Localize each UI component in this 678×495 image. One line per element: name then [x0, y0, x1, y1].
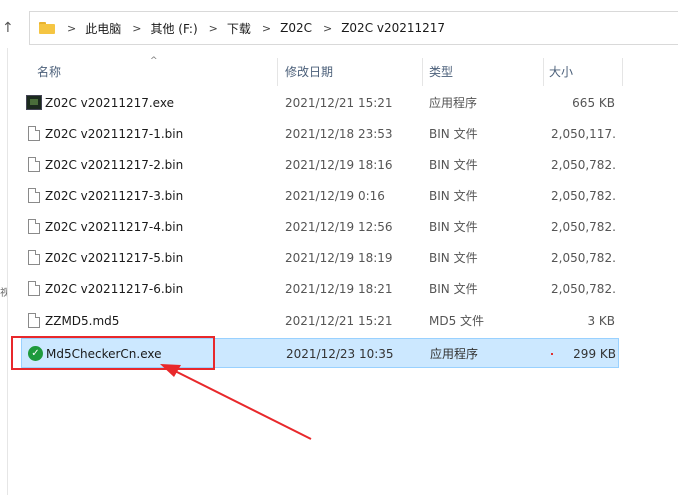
document-icon [28, 313, 40, 328]
file-size: 2,050,782... [551, 251, 615, 265]
file-date: 2021/12/19 0:16 [285, 189, 385, 203]
file-name: Z02C v20211217-6.bin [45, 282, 184, 296]
file-size: 299 KB [573, 347, 616, 361]
file-date: 2021/12/19 18:21 [285, 282, 393, 296]
navigation-pane-label: 视 [0, 288, 7, 299]
file-name: Z02C v20211217-2.bin [45, 158, 184, 172]
file-date: 2021/12/21 15:21 [285, 96, 393, 110]
file-date: 2021/12/21 15:21 [285, 314, 393, 328]
file-row[interactable]: Z02C v20211217-2.bin 2021/12/19 18:16 BI… [21, 150, 619, 180]
column-headers: ^ 名称 修改日期 类型 大小 [29, 56, 629, 86]
file-type: MD5 文件 [429, 314, 485, 328]
breadcrumb-this-pc[interactable]: 此电脑 [85, 20, 121, 37]
file-size: 2,050,117... [551, 127, 615, 141]
column-header-size[interactable]: 大小 [549, 58, 573, 86]
file-date: 2021/12/18 23:53 [285, 127, 393, 141]
file-type: BIN 文件 [429, 282, 478, 296]
file-type: BIN 文件 [429, 189, 478, 203]
breadcrumb-z02c[interactable]: Z02C [280, 21, 312, 35]
breadcrumb-downloads[interactable]: 下载 [227, 20, 251, 37]
file-row[interactable]: Z02C v20211217-3.bin 2021/12/19 0:16 BIN… [21, 181, 619, 211]
breadcrumb-current-folder[interactable]: Z02C v20211217 [341, 21, 445, 35]
file-name: ZZMD5.md5 [45, 314, 120, 328]
file-name: Z02C v20211217-1.bin [45, 127, 184, 141]
file-size: 2,050,782... [551, 282, 615, 296]
file-size: 2,050,782... [551, 189, 615, 203]
file-type: BIN 文件 [429, 158, 478, 172]
column-divider[interactable] [622, 58, 623, 86]
file-row[interactable]: Z02C v20211217.exe 2021/12/21 15:21 应用程序… [21, 88, 619, 118]
file-row[interactable]: Z02C v20211217-1.bin 2021/12/18 23:53 BI… [21, 119, 619, 149]
breadcrumb-separator[interactable]: > [132, 22, 141, 35]
document-icon [28, 281, 40, 296]
file-row[interactable]: ZZMD5.md5 2021/12/21 15:21 MD5 文件 3 KB [21, 306, 619, 336]
breadcrumb-drive[interactable]: 其他 (F:) [150, 20, 197, 37]
file-date: 2021/12/23 10:35 [286, 347, 394, 361]
up-arrow-icon[interactable]: ↑ [2, 20, 14, 36]
document-icon [28, 219, 40, 234]
file-date: 2021/12/19 18:16 [285, 158, 393, 172]
breadcrumb-separator[interactable]: > [262, 22, 271, 35]
document-icon [28, 126, 40, 141]
exe-icon [26, 95, 42, 110]
file-size: 2,050,782... [551, 220, 615, 234]
navigation-pane-edge: 视 [0, 48, 8, 495]
breadcrumb-separator[interactable]: > [209, 22, 218, 35]
breadcrumb-separator[interactable]: > [323, 22, 332, 35]
file-explorer-window: ↑ 视 > 此电脑 > 其他 (F:) > 下载 > Z02C > Z02C v… [0, 0, 678, 495]
folder-icon [39, 22, 55, 34]
document-icon [28, 188, 40, 203]
file-name: Z02C v20211217-4.bin [45, 220, 184, 234]
column-divider[interactable] [543, 58, 544, 86]
file-name: Z02C v20211217.exe [45, 96, 174, 110]
file-type: BIN 文件 [429, 251, 478, 265]
file-type: 应用程序 [430, 347, 479, 361]
file-size: 2,050,782... [551, 158, 615, 172]
file-name: Z02C v20211217-3.bin [45, 189, 184, 203]
annotation-highlight-box [11, 336, 215, 370]
column-header-name[interactable]: 名称 [37, 58, 61, 86]
file-type: 应用程序 [429, 96, 478, 110]
sort-ascending-icon: ^ [150, 56, 158, 66]
breadcrumb-separator[interactable]: > [67, 22, 76, 35]
column-header-date[interactable]: 修改日期 [285, 58, 333, 86]
file-size: 3 KB [587, 314, 615, 328]
file-row[interactable]: Z02C v20211217-6.bin 2021/12/19 18:21 BI… [21, 274, 619, 304]
file-date: 2021/12/19 12:56 [285, 220, 393, 234]
file-type: BIN 文件 [429, 127, 478, 141]
document-icon [28, 157, 40, 172]
column-divider[interactable] [422, 58, 423, 86]
file-row[interactable]: Z02C v20211217-4.bin 2021/12/19 12:56 BI… [21, 212, 619, 242]
file-size: 665 KB [572, 96, 615, 110]
file-type: BIN 文件 [429, 220, 478, 234]
file-date: 2021/12/19 18:19 [285, 251, 393, 265]
file-row[interactable]: Z02C v20211217-5.bin 2021/12/19 18:19 BI… [21, 243, 619, 273]
address-bar[interactable]: > 此电脑 > 其他 (F:) > 下载 > Z02C > Z02C v2021… [29, 11, 678, 45]
file-name: Z02C v20211217-5.bin [45, 251, 184, 265]
document-icon [28, 250, 40, 265]
column-header-type[interactable]: 类型 [429, 58, 453, 86]
column-divider[interactable] [277, 58, 278, 86]
